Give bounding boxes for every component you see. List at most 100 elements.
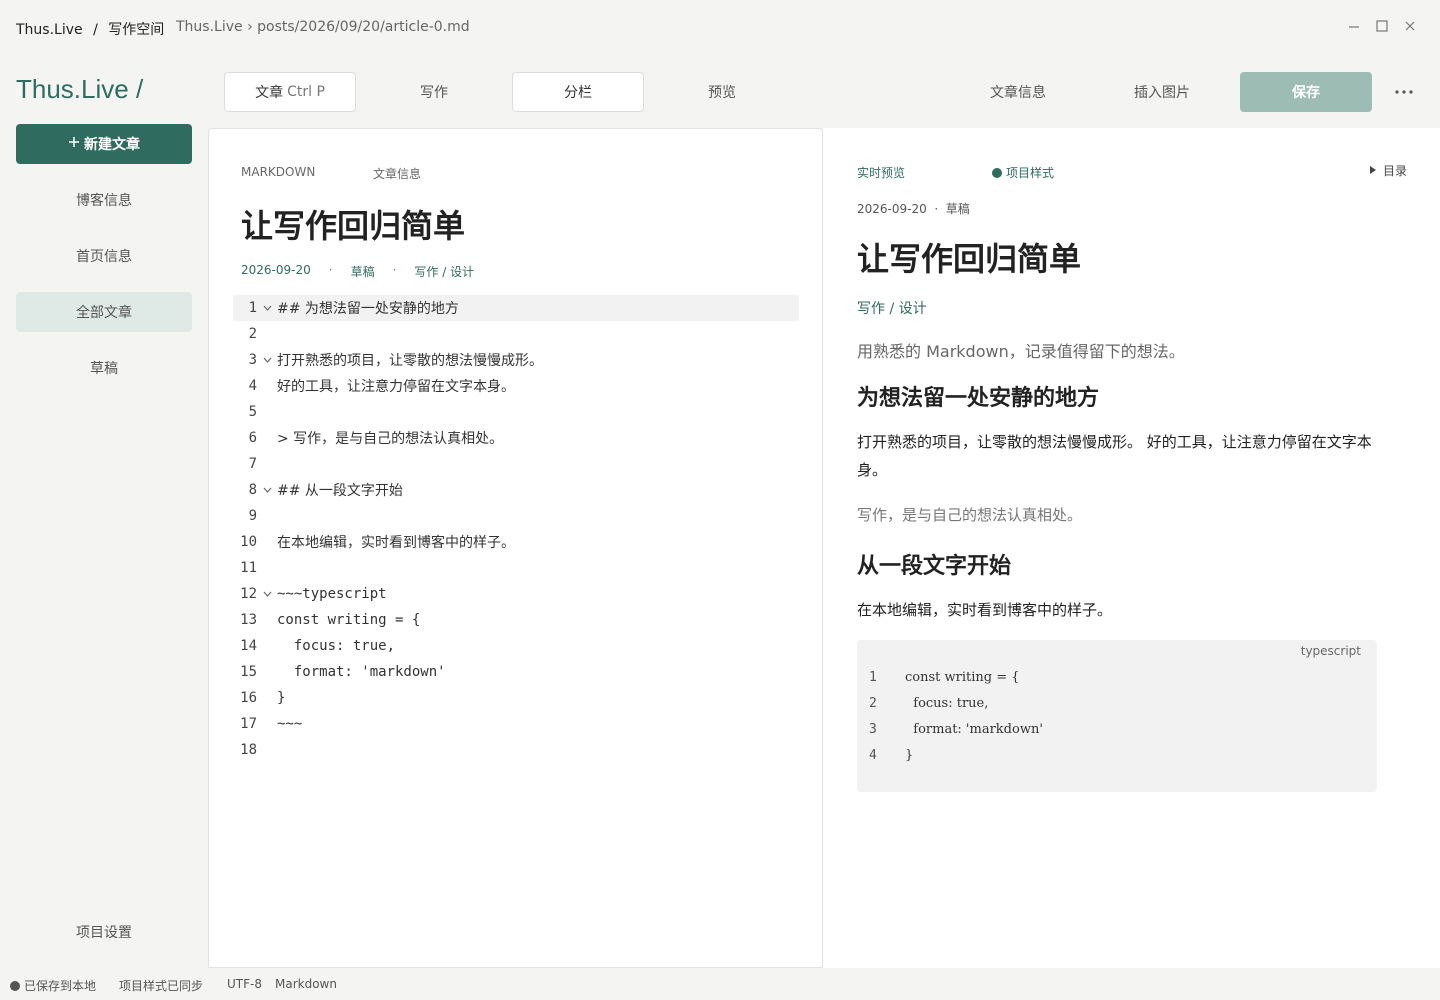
- file-path: Thus.Live › posts/2026/09/20/article-0.m…: [176, 19, 470, 35]
- status-bar: 已保存到本地 项目样式已同步 UTF-8 Markdown: [0, 968, 1440, 1000]
- fold-chevron-icon[interactable]: [257, 589, 277, 600]
- tab-live-preview[interactable]: 实时预览: [857, 164, 905, 181]
- sidebar-item-label: 首页信息: [76, 249, 132, 265]
- editor-line[interactable]: 10 在本地编辑，实时看到博客中的样子。: [233, 529, 799, 555]
- minimize-icon[interactable]: [1342, 16, 1366, 40]
- toc-label: 目录: [1383, 164, 1408, 178]
- tab-markdown[interactable]: MARKDOWN: [241, 165, 315, 179]
- fold-chevron-icon[interactable]: [257, 355, 277, 366]
- editor-line[interactable]: 3 打开熟悉的项目，让零散的想法慢慢成形。: [233, 347, 799, 373]
- maximize-icon[interactable]: [1370, 16, 1394, 40]
- editor-line[interactable]: 12 ~~~typescript: [233, 581, 799, 607]
- sidebar-item-blog-info[interactable]: 博客信息: [16, 180, 192, 220]
- brand-logo: Thus.Live /: [16, 74, 144, 104]
- line-number: 17: [240, 716, 257, 732]
- fold-chevron-icon[interactable]: [257, 303, 277, 314]
- line-text: focus: true,: [277, 638, 396, 654]
- line-number: 18: [240, 742, 257, 758]
- article-info-button[interactable]: 文章信息: [952, 72, 1084, 112]
- sidebar: Thus.Live / 新建文章 博客信息 首页信息 全部文章 草稿 项目设置: [0, 56, 208, 968]
- editor-line[interactable]: 18: [233, 737, 799, 763]
- plus-icon: [68, 136, 80, 152]
- editor-line[interactable]: 13 const writing = {: [233, 607, 799, 633]
- editor-line[interactable]: 8 ## 从一段文字开始: [233, 477, 799, 503]
- workspace-name: 写作空间: [108, 22, 165, 38]
- editor-line[interactable]: 4 好的工具，让注意力停留在文字本身。: [233, 373, 799, 399]
- line-number: 16: [240, 690, 257, 706]
- preview-category-link[interactable]: 写作 / 设计: [857, 298, 927, 318]
- caret-right-icon: [1369, 164, 1377, 178]
- more-options-icon[interactable]: [1390, 74, 1418, 110]
- app-name: Thus.Live: [16, 22, 83, 38]
- tab-project-style[interactable]: 项目样式: [992, 164, 1054, 181]
- code-line: 2 focus: true,: [869, 690, 988, 716]
- live-preview: 实时预览 项目样式 目录 2026-09-20 · 草稿 让写作回归简单 写作 …: [823, 128, 1440, 968]
- line-number: 15: [240, 664, 257, 680]
- encoding-status[interactable]: UTF-8: [227, 977, 262, 991]
- line-text: > 写作，是与自己的想法认真相处。: [277, 431, 504, 447]
- file-switcher-shortcut: Ctrl P: [287, 84, 325, 100]
- editor-line[interactable]: 11: [233, 555, 799, 581]
- code-line-number: 2: [869, 695, 877, 711]
- editor-line[interactable]: 6 > 写作，是与自己的想法认真相处。: [233, 425, 799, 451]
- language-status[interactable]: Markdown: [275, 977, 337, 991]
- editor-meta: 2026-09-20 · 草稿 · 写作 / 设计: [241, 263, 474, 280]
- line-number: 11: [240, 560, 257, 576]
- insert-image-button[interactable]: 插入图片: [1096, 72, 1228, 112]
- tab-split-label: 分栏: [564, 85, 592, 101]
- tab-split[interactable]: 分栏: [512, 72, 644, 112]
- toc-toggle[interactable]: 目录: [1369, 162, 1407, 179]
- window-breadcrumb: Thus.Live / 写作空间: [16, 19, 164, 39]
- editor-status[interactable]: 草稿: [351, 263, 375, 280]
- markdown-editor: MARKDOWN 文章信息 让写作回归简单 2026-09-20 · 草稿 · …: [208, 128, 823, 968]
- code-language-label: typescript: [1300, 644, 1361, 658]
- line-text: format: 'markdown': [277, 664, 446, 680]
- editor-line[interactable]: 1 ## 为想法留一处安静的地方: [233, 295, 799, 321]
- code-lines[interactable]: 1 ## 为想法留一处安静的地方 2 3 打开熟悉的项目，让零散的想法慢慢成形。 4 好的工…: [233, 295, 799, 763]
- editor-line[interactable]: 7: [233, 451, 799, 477]
- file-switcher-button[interactable]: 文章 Ctrl P: [224, 72, 356, 112]
- preview-heading: 从一段文字开始: [857, 554, 1012, 579]
- status-dot-icon: [992, 167, 1002, 178]
- code-line: 1 const writing = {: [869, 664, 1020, 690]
- line-number: 8: [248, 482, 257, 498]
- line-number: 6: [248, 430, 257, 446]
- tab-write[interactable]: 写作: [368, 72, 500, 112]
- editor-line[interactable]: 14 focus: true,: [233, 633, 799, 659]
- editor-line[interactable]: 5: [233, 399, 799, 425]
- close-icon[interactable]: [1398, 16, 1422, 40]
- sidebar-item-home-info[interactable]: 首页信息: [16, 236, 192, 276]
- preview-title: 让写作回归简单: [857, 240, 1082, 278]
- article-info-label: 文章信息: [990, 85, 1046, 101]
- line-number: 7: [248, 456, 257, 472]
- project-settings-button[interactable]: 项目设置: [16, 912, 192, 952]
- editor-line[interactable]: 16}: [233, 685, 799, 711]
- line-number: 12: [240, 586, 257, 602]
- tab-preview-label: 预览: [708, 85, 736, 101]
- editor-line[interactable]: 9: [233, 503, 799, 529]
- save-button[interactable]: 保存: [1240, 72, 1372, 112]
- line-number: 3: [248, 352, 257, 368]
- editor-line[interactable]: 2: [233, 321, 799, 347]
- editor-category[interactable]: 写作 / 设计: [414, 263, 474, 280]
- save-status: 已保存到本地: [10, 977, 96, 994]
- code-line-number: 1: [869, 669, 877, 685]
- editor-line[interactable]: 17 ~~~: [233, 711, 799, 737]
- line-text: ~~~typescript: [277, 586, 387, 602]
- sidebar-item-label: 博客信息: [76, 193, 132, 209]
- meta-separator: ·: [392, 263, 397, 277]
- fold-chevron-icon[interactable]: [257, 485, 277, 496]
- sidebar-item-all-articles[interactable]: 全部文章: [16, 292, 192, 332]
- encoding-label: UTF-8: [227, 977, 262, 991]
- editor-line[interactable]: 15 format: 'markdown': [233, 659, 799, 685]
- sidebar-item-drafts[interactable]: 草稿: [16, 348, 192, 388]
- tab-preview[interactable]: 预览: [656, 72, 788, 112]
- line-number: 9: [248, 508, 257, 524]
- tab-article-info[interactable]: 文章信息: [373, 165, 421, 182]
- editor-title[interactable]: 让写作回归简单: [241, 201, 465, 247]
- line-text: 好的工具，让注意力停留在文字本身。: [277, 379, 515, 395]
- code-line: 3 format: 'markdown': [869, 716, 1043, 742]
- code-line-number: 3: [869, 721, 877, 737]
- new-article-button[interactable]: 新建文章: [16, 124, 192, 164]
- save-status-label: 已保存到本地: [24, 979, 97, 993]
